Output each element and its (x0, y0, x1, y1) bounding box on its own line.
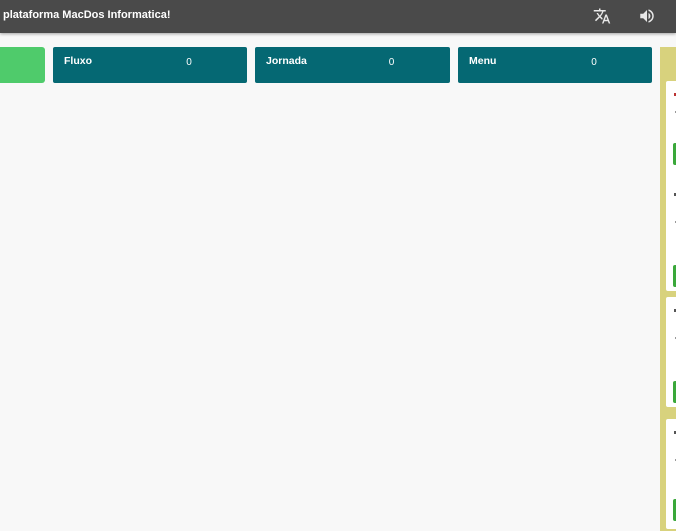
tile-partial[interactable] (0, 47, 45, 83)
tile-jornada[interactable]: Jornada 0 (255, 47, 450, 83)
app-title: plataforma MacDos Informatica! (3, 9, 171, 21)
volume-icon[interactable] (638, 7, 656, 25)
tile-menu[interactable]: Menu 0 (458, 47, 652, 83)
tile-fluxo-count: 0 (186, 57, 192, 68)
side-card[interactable] (666, 297, 676, 407)
side-panel (660, 47, 676, 531)
translate-icon[interactable] (593, 7, 611, 25)
tile-menu-count: 0 (591, 57, 597, 68)
tile-fluxo[interactable]: Fluxo 0 (53, 47, 247, 83)
tile-jornada-count: 0 (388, 57, 395, 68)
side-card[interactable] (666, 181, 676, 291)
top-app-bar: plataforma MacDos Informatica! (0, 0, 676, 33)
side-card[interactable] (666, 419, 676, 529)
side-card[interactable] (666, 81, 676, 191)
